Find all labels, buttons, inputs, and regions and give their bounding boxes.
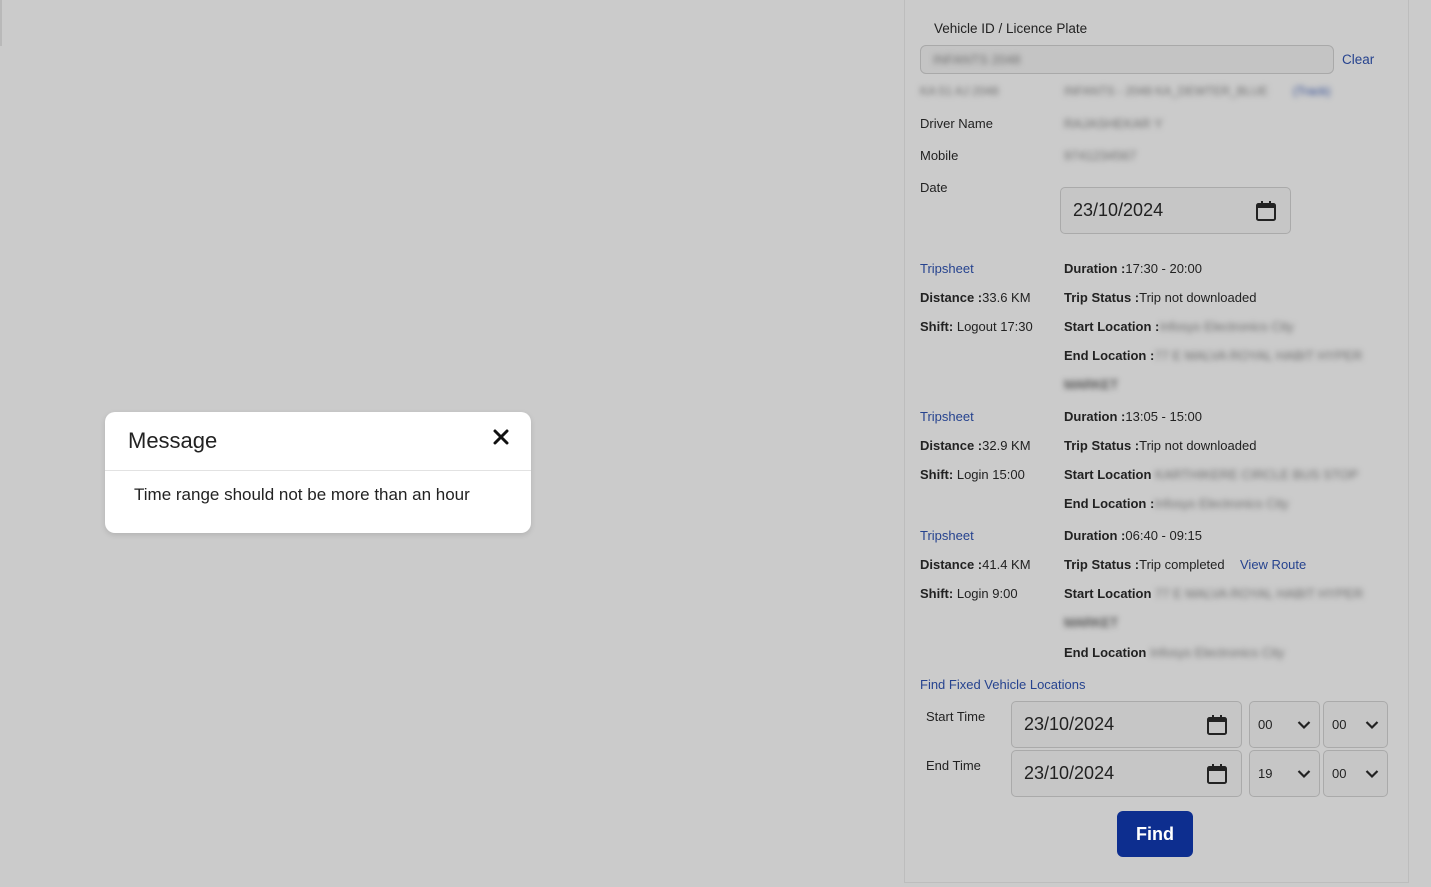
start-minute-select[interactable]: 00 bbox=[1323, 701, 1388, 748]
start-time-label: Start Time bbox=[926, 709, 986, 724]
vehicle-id-label: Vehicle ID / Licence Plate bbox=[934, 21, 1088, 36]
track-link[interactable]: (Track) bbox=[1293, 84, 1331, 98]
tripsheet-link-1[interactable]: Tripsheet bbox=[920, 261, 974, 276]
trip3-shift: Shift: Login 9:00 bbox=[920, 586, 1018, 601]
find-fixed-locations-link[interactable]: Find Fixed Vehicle Locations bbox=[920, 677, 1085, 692]
trip3-status: Trip Status :Trip completed bbox=[1064, 557, 1225, 572]
tripsheet-link-3[interactable]: Tripsheet bbox=[920, 528, 974, 543]
trip2-distance: Distance :32.9 KM bbox=[920, 438, 1031, 453]
end-hour-select[interactable]: 19 bbox=[1249, 750, 1320, 797]
start-date-picker[interactable]: 23/10/2024 bbox=[1011, 701, 1242, 748]
calendar-icon[interactable] bbox=[1254, 199, 1278, 223]
tripsheet-link-2[interactable]: Tripsheet bbox=[920, 409, 974, 424]
end-date-picker[interactable]: 23/10/2024 bbox=[1011, 750, 1242, 797]
trip2-shift: Shift: Login 15:00 bbox=[920, 467, 1025, 482]
trip1-shift: Shift: Logout 17:30 bbox=[920, 319, 1033, 334]
find-button[interactable]: Find bbox=[1117, 811, 1193, 857]
close-icon[interactable] bbox=[491, 427, 511, 447]
vehicle-id-row-value: INFANTS - 2048 KA_DEWTER_BLUE bbox=[1064, 84, 1269, 98]
start-hour-value: 00 bbox=[1258, 717, 1273, 732]
chevron-down-icon bbox=[1297, 769, 1311, 779]
start-hour-select[interactable]: 00 bbox=[1249, 701, 1320, 748]
message-dialog: Message Time range should not be more th… bbox=[105, 412, 531, 533]
vehicle-id-input[interactable]: INFANTS 2048 bbox=[920, 45, 1334, 74]
vehicle-id-value: INFANTS 2048 bbox=[933, 52, 1021, 67]
date-value: 23/10/2024 bbox=[1073, 200, 1164, 220]
trip3-start-location-cont: MARKET bbox=[1064, 615, 1119, 630]
driver-name-value: RAJASHEKAR Y bbox=[1064, 116, 1163, 131]
end-minute-value: 00 bbox=[1332, 766, 1347, 781]
trip2-duration: Duration :13:05 - 15:00 bbox=[1064, 409, 1203, 424]
mobile-value: 9741234567 bbox=[1064, 148, 1137, 163]
trip1-start-location: Start Location :Infosys Electronics City bbox=[1064, 319, 1294, 334]
date-label: Date bbox=[920, 180, 948, 195]
message-dialog-title: Message bbox=[128, 428, 218, 453]
end-date-value: 23/10/2024 bbox=[1024, 763, 1115, 783]
mobile-label: Mobile bbox=[920, 148, 959, 163]
trip2-status: Trip Status :Trip not downloaded bbox=[1064, 438, 1257, 453]
left-edge-tick bbox=[0, 0, 2, 46]
driver-name-label: Driver Name bbox=[920, 116, 993, 131]
message-dialog-header: Message bbox=[105, 412, 531, 471]
trip3-start-location: Start Location 77 E MALVA ROYAL HABIT HY… bbox=[1064, 586, 1364, 601]
end-hour-value: 19 bbox=[1258, 766, 1273, 781]
trip1-duration: Duration :17:30 - 20:00 bbox=[1064, 261, 1203, 276]
start-date-value: 23/10/2024 bbox=[1024, 714, 1115, 734]
vehicle-tracking-panel: Vehicle ID / Licence Plate INFANTS 2048 … bbox=[904, 0, 1409, 883]
vehicle-id-row-label: KA 51 AJ 2048 bbox=[920, 84, 999, 98]
start-minute-value: 00 bbox=[1332, 717, 1347, 732]
view-route-link[interactable]: View Route bbox=[1240, 557, 1306, 572]
trip2-start-location: Start Location KARTHIKERE CIRCLE BUS STO… bbox=[1064, 467, 1359, 482]
trip3-distance: Distance :41.4 KM bbox=[920, 557, 1031, 572]
trip2-end-location: End Location :Infosys Electronics City bbox=[1064, 496, 1289, 511]
date-picker[interactable]: 23/10/2024 bbox=[1060, 187, 1291, 234]
chevron-down-icon bbox=[1365, 769, 1379, 779]
calendar-icon[interactable] bbox=[1205, 713, 1229, 737]
chevron-down-icon bbox=[1297, 720, 1311, 730]
trip1-status: Trip Status :Trip not downloaded bbox=[1064, 290, 1257, 305]
end-time-label: End Time bbox=[926, 758, 981, 773]
calendar-icon[interactable] bbox=[1205, 762, 1229, 786]
trip1-distance: Distance :33.6 KM bbox=[920, 290, 1031, 305]
trip3-duration: Duration :06:40 - 09:15 bbox=[1064, 528, 1203, 543]
message-dialog-body: Time range should not be more than an ho… bbox=[134, 485, 470, 504]
clear-link[interactable]: Clear bbox=[1342, 52, 1374, 67]
chevron-down-icon bbox=[1365, 720, 1379, 730]
trip1-end-location-cont: MARKET bbox=[1064, 377, 1119, 392]
trip3-end-location: End Location Infosys Electronics City bbox=[1064, 645, 1285, 660]
end-minute-select[interactable]: 00 bbox=[1323, 750, 1388, 797]
trip1-end-location: End Location :77 E MALVA ROYAL HABIT HYP… bbox=[1064, 348, 1363, 363]
